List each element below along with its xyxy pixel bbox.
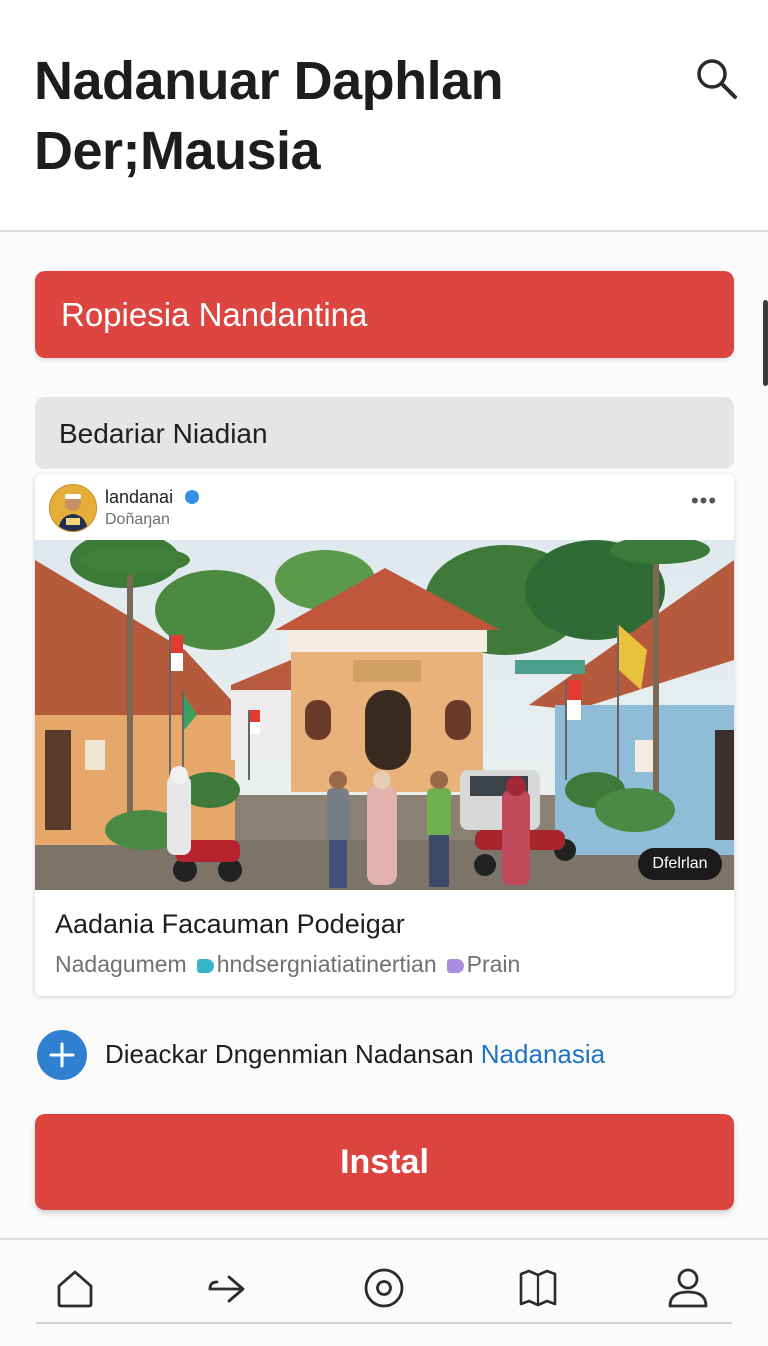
avatar[interactable] — [49, 484, 97, 532]
nav-home[interactable] — [47, 1260, 103, 1316]
post-title[interactable]: Aadania Facauman Podeigar — [55, 906, 405, 942]
post-subtitle: Doñaŋan — [105, 511, 170, 528]
home-indicator — [36, 1322, 732, 1324]
map-icon — [519, 1269, 557, 1307]
arrow-right-icon — [208, 1275, 245, 1303]
search-button[interactable] — [694, 56, 740, 102]
page-title-line-1: Nadanuar Daphlan — [34, 51, 504, 111]
add-action-text: Dieackar Dngenmian Nadansan Nadanasia — [105, 1037, 605, 1071]
post-author[interactable]: Nadagumem — [55, 951, 187, 977]
verified-badge-icon — [185, 490, 199, 504]
scrollbar-thumb[interactable] — [763, 300, 768, 386]
install-button-label: Instal — [340, 1143, 429, 1181]
page-title-line-2: Der;Mausia — [34, 121, 321, 181]
post-card[interactable]: landanai Doñaŋan ••• Dfelrlan Aadania Fa… — [35, 474, 734, 996]
person-avatar-icon — [50, 485, 96, 531]
add-action-link[interactable]: Nadanasia — [481, 1039, 605, 1069]
text-field[interactable]: Bedariar Niadian — [35, 397, 734, 469]
page-title: Nadanuar Daphlan Der;Mausia — [34, 46, 634, 186]
nav-record[interactable] — [356, 1260, 412, 1316]
more-options-button[interactable]: ••• — [687, 486, 721, 516]
post-meta: Nadagumem hndsergniatiatinertian Prain — [55, 950, 520, 978]
search-icon — [697, 59, 737, 99]
nav-library[interactable] — [510, 1260, 566, 1316]
add-button[interactable] — [37, 1030, 87, 1080]
nav-profile[interactable] — [660, 1260, 716, 1316]
home-icon — [57, 1270, 93, 1308]
plus-icon — [49, 1042, 75, 1068]
post-tag-1[interactable]: hndsergniatiatinertian — [217, 951, 437, 977]
add-action-label: Dieackar Dngenmian Nadansan — [105, 1039, 474, 1069]
user-icon — [668, 1268, 708, 1308]
highlight-banner[interactable]: Ropiesia Nandantina — [35, 271, 734, 358]
install-button[interactable]: Instal — [35, 1114, 734, 1210]
app-header: Nadanuar Daphlan Der;Mausia — [0, 0, 768, 232]
tag-icon — [196, 958, 214, 973]
post-tag-2[interactable]: Prain — [467, 951, 521, 977]
post-username[interactable]: landanai — [105, 486, 173, 508]
add-action-row[interactable]: Dieackar Dngenmian Nadansan Nadanasia — [35, 1028, 734, 1082]
image-badge[interactable]: Dfelrlan — [638, 848, 722, 880]
target-icon — [364, 1268, 404, 1308]
text-field-value: Bedariar Niadian — [59, 418, 268, 449]
nav-share[interactable] — [201, 1260, 257, 1316]
bottom-navigation — [0, 1238, 768, 1346]
post-image[interactable] — [35, 540, 734, 890]
tag-icon — [446, 958, 464, 973]
highlight-banner-label: Ropiesia Nandantina — [61, 296, 368, 333]
